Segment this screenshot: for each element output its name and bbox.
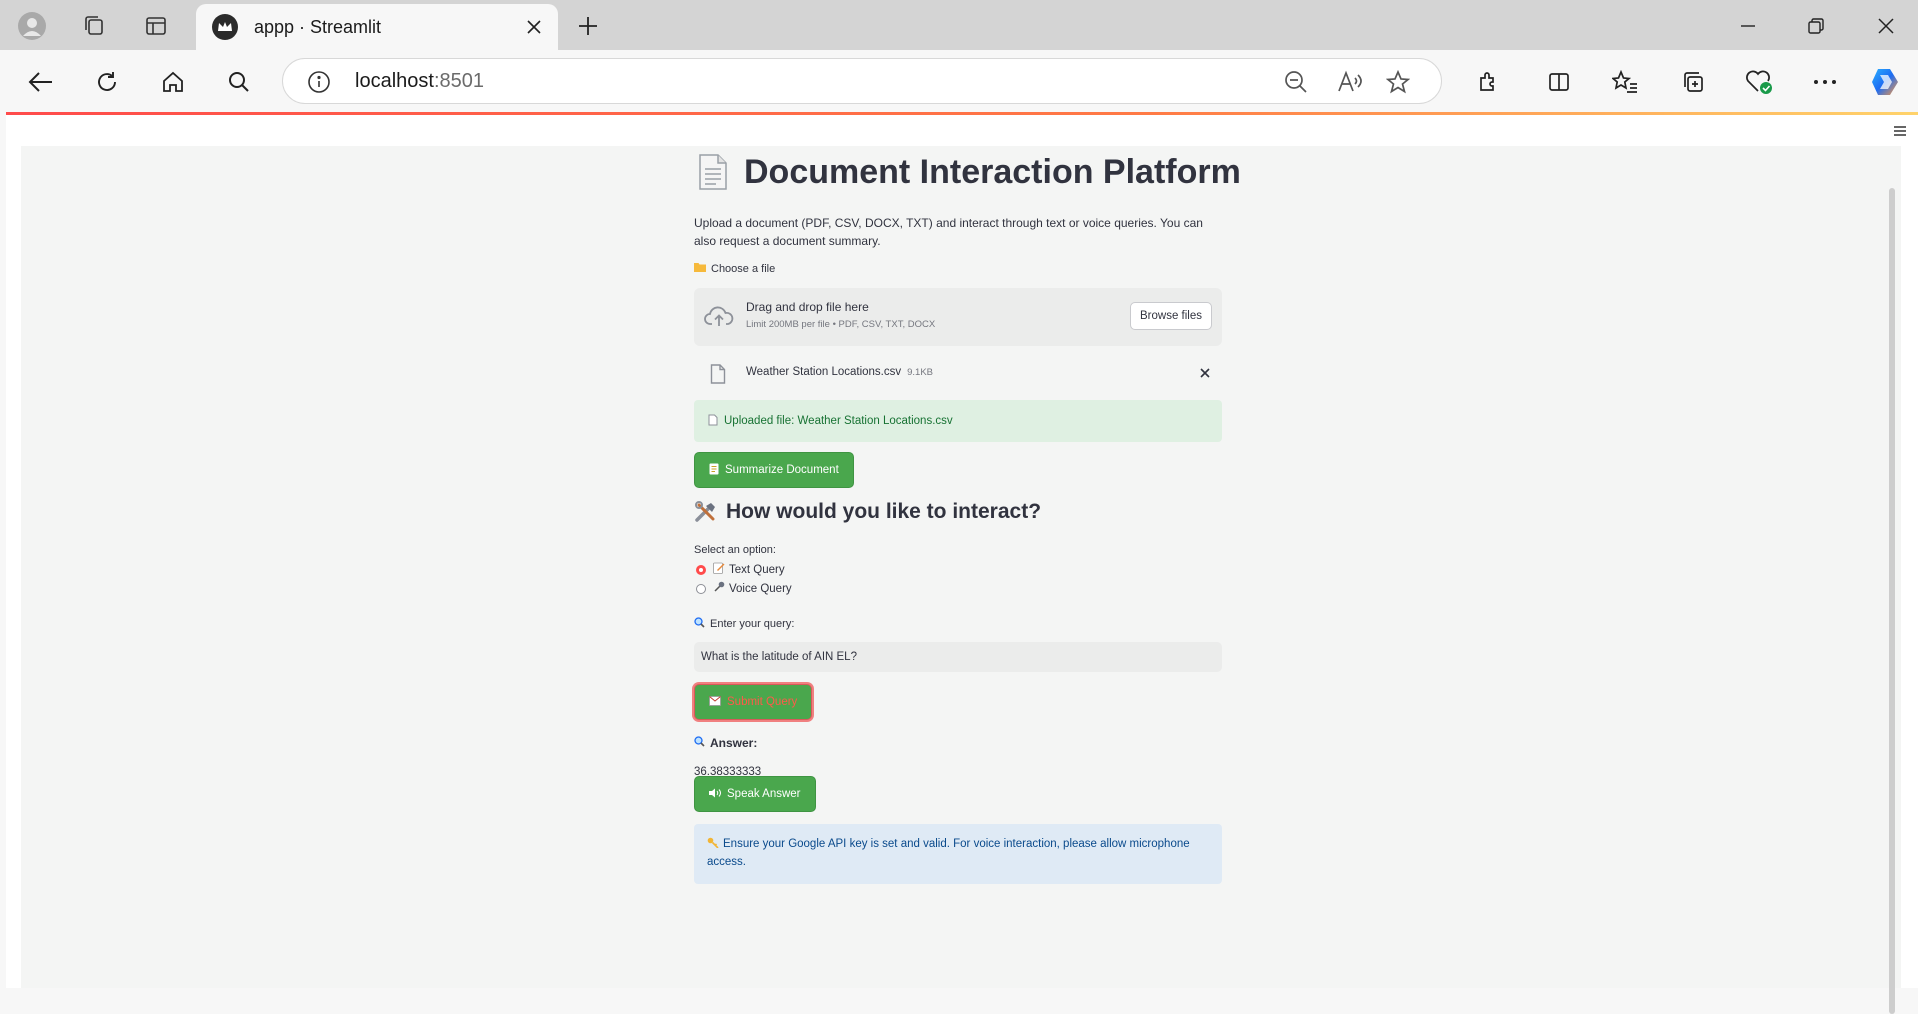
more-options-icon[interactable] [1808, 65, 1842, 99]
vertical-tabs-icon[interactable] [142, 12, 170, 40]
home-icon[interactable] [156, 65, 190, 99]
remove-file-icon[interactable] [1198, 366, 1212, 380]
file-icon [710, 364, 726, 384]
uploader-label: Choose a file [694, 262, 775, 275]
memo-icon [709, 463, 719, 478]
query-label: Enter your query: [694, 617, 794, 631]
site-info-icon[interactable] [307, 70, 331, 94]
uploaded-file-size: 9.1KB [907, 367, 934, 378]
collections-icon[interactable] [1676, 65, 1710, 99]
document-icon [708, 414, 718, 429]
key-icon [707, 837, 719, 849]
browser-tab-active[interactable]: appp · Streamlit [196, 4, 558, 50]
favorite-star-icon[interactable] [1385, 69, 1411, 95]
browser-tab-strip: appp · Streamlit [0, 0, 1918, 50]
browser-essentials-icon[interactable] [1742, 65, 1776, 99]
dropzone-limit: Limit 200MB per file • PDF, CSV, TXT, DO… [746, 319, 936, 330]
search-icon[interactable] [222, 65, 256, 99]
page-title: Document Interaction Platform [694, 152, 1241, 192]
radio-text-query[interactable]: Text Query [696, 562, 785, 577]
favorites-list-icon[interactable] [1608, 65, 1642, 99]
uploaded-file-row: Weather Station Locations.csv 9.1KB [694, 356, 1222, 390]
file-dropzone[interactable]: Drag and drop file here Limit 200MB per … [694, 288, 1222, 346]
dropzone-instructions: Drag and drop file here [746, 300, 869, 314]
hammer-and-wrench-icon [695, 501, 715, 522]
profile-avatar-icon[interactable] [18, 12, 46, 40]
new-tab-plus-icon[interactable] [574, 12, 602, 40]
copilot-icon[interactable] [1868, 65, 1902, 99]
summarize-document-button[interactable]: Summarize Document [694, 452, 854, 488]
url-text: localhost:8501 [355, 70, 484, 92]
select-option-label: Select an option: [694, 544, 776, 556]
split-screen-icon[interactable] [1542, 65, 1576, 99]
back-arrow-icon[interactable] [24, 65, 58, 99]
speak-answer-button[interactable]: Speak Answer [694, 776, 816, 812]
query-input[interactable]: What is the latitude of AIN EL? [694, 642, 1222, 672]
radio-unselected-indicator[interactable] [696, 583, 706, 594]
answer-heading: Answer: [694, 736, 757, 750]
read-aloud-icon[interactable] [1337, 69, 1363, 95]
streamlit-crown-icon [212, 14, 238, 40]
cloud-upload-icon [704, 306, 734, 326]
interact-heading: How would you like to interact? [694, 500, 1041, 524]
restore-icon[interactable] [1800, 10, 1832, 42]
page-viewport: Document Interaction Platform Upload a d… [6, 112, 1918, 1014]
tab-close-icon[interactable] [522, 15, 546, 39]
tab-title: appp · Streamlit [254, 16, 382, 37]
radio-voice-query[interactable]: Voice Query [696, 581, 792, 596]
magnifier-icon [694, 736, 705, 750]
radio-selected-indicator[interactable] [696, 564, 706, 575]
scrollbar[interactable] [1889, 188, 1895, 1014]
uploaded-file-name: Weather Station Locations.csv 9.1KB [746, 366, 934, 378]
reload-icon[interactable] [90, 65, 124, 99]
zoom-out-icon[interactable] [1283, 69, 1309, 95]
envelope-icon [709, 695, 721, 709]
speaker-icon [709, 788, 721, 801]
submit-query-button[interactable]: Submit Query [694, 684, 813, 720]
address-bar[interactable]: localhost:8501 [282, 58, 1442, 104]
upload-success-alert: Uploaded file: Weather Station Locations… [694, 400, 1222, 442]
microphone-icon [713, 581, 725, 596]
magnifier-icon [694, 617, 705, 631]
pencil-memo-icon [713, 562, 725, 577]
folder-icon [694, 262, 706, 275]
extensions-icon[interactable] [1472, 65, 1506, 99]
page-description: Upload a document (PDF, CSV, DOCX, TXT) … [694, 216, 1203, 248]
api-key-info-alert: Ensure your Google API key is set and va… [694, 824, 1222, 884]
browser-toolbar: localhost:8501 [0, 50, 1918, 112]
workspaces-icon[interactable] [80, 12, 108, 40]
page-facing-up-icon [699, 154, 727, 190]
main-menu-icon[interactable] [1892, 124, 1908, 136]
minimize-icon[interactable] [1732, 10, 1764, 42]
browse-files-button[interactable]: Browse files [1130, 302, 1212, 330]
close-window-icon[interactable] [1870, 10, 1902, 42]
streamlit-decoration-bar [6, 112, 1918, 115]
